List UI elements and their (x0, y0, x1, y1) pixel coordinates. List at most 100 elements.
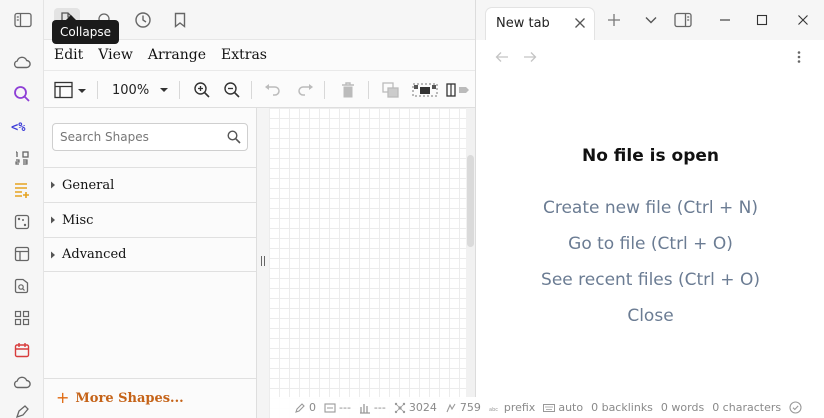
bookmark-icon[interactable] (167, 8, 193, 32)
status-value: 759 (459, 401, 481, 414)
sidebar-resize-handle[interactable] (257, 108, 269, 418)
delete-icon[interactable] (338, 80, 358, 100)
page-view-button[interactable] (54, 80, 90, 100)
calendar-icon[interactable] (10, 338, 34, 362)
status-backlinks[interactable]: 0 backlinks (591, 401, 653, 414)
status-words: 0 words (661, 401, 704, 414)
grid-icon[interactable] (10, 306, 34, 330)
status-links[interactable]: 759 (445, 401, 481, 414)
see-recent-files-link[interactable]: See recent files (Ctrl + O) (476, 270, 824, 290)
layout-icon[interactable] (10, 242, 34, 266)
status-value: 0 words (660, 401, 705, 414)
undo-icon[interactable] (263, 80, 283, 100)
drag-handle-icon (261, 256, 265, 266)
image-icon (324, 402, 336, 413)
redo-icon[interactable] (295, 80, 315, 100)
search-shapes-input[interactable] (53, 124, 223, 150)
window-close-icon[interactable] (794, 11, 812, 29)
more-shapes-button[interactable]: + More Shapes... (56, 390, 184, 406)
menu-arrange[interactable]: Arrange (148, 47, 206, 63)
cloud-icon[interactable] (10, 50, 34, 74)
bar-chart-icon (359, 403, 370, 414)
svg-text:<%: <% (11, 120, 26, 133)
cloud-icon[interactable] (10, 370, 34, 394)
format-panel-icon[interactable] (446, 80, 474, 100)
status-image[interactable]: --- (324, 401, 351, 414)
status-value: --- (339, 401, 351, 414)
history-icon[interactable] (130, 8, 156, 32)
menu-view[interactable]: View (98, 47, 133, 63)
zoom-out-icon[interactable] (222, 80, 242, 100)
plus-icon: + (56, 388, 70, 407)
status-characters: 0 characters (712, 401, 781, 414)
section-general[interactable]: General (44, 167, 256, 202)
toolbar-separator (179, 81, 180, 99)
status-value: 0 characters (712, 401, 782, 414)
create-new-file-link[interactable]: Create new file (Ctrl + N) (476, 198, 824, 218)
menu-extras[interactable]: Extras (221, 47, 267, 63)
more-options-icon[interactable] (796, 50, 802, 64)
status-nodes[interactable]: 3024 (394, 401, 437, 414)
status-value: 0 backlinks (591, 401, 653, 414)
right-pane: New tab No file is open Create new file … (475, 0, 824, 418)
tab-new-tab[interactable]: New tab (485, 7, 595, 40)
tab-bar: New tab (476, 0, 824, 40)
go-to-file-link[interactable]: Go to file (Ctrl + O) (476, 234, 824, 254)
diagram-canvas[interactable] (269, 108, 466, 418)
toolbar-separator (97, 81, 98, 99)
to-front-icon[interactable] (381, 80, 401, 100)
shapes-sidebar: General Misc Advanced + More Shapes... (44, 108, 257, 418)
zoom-in-icon[interactable] (192, 80, 212, 100)
to-back-icon[interactable] (412, 80, 438, 100)
tab-title: New tab (496, 16, 550, 31)
svg-text:abc: abc (489, 407, 498, 413)
section-label: Advanced (62, 247, 127, 262)
search-shapes-box (52, 123, 248, 151)
chevron-down-icon[interactable] (642, 11, 660, 29)
code-icon[interactable]: <% (10, 114, 34, 138)
drawio-menubar: Edit View Arrange Extras (44, 40, 475, 70)
sync-check-icon[interactable] (789, 401, 802, 414)
chevron-right-icon (51, 216, 55, 224)
section-label: General (62, 177, 115, 193)
drawio-toolbar: 100% (44, 70, 475, 108)
status-value: 0 (309, 401, 316, 414)
status-edit[interactable]: 0 (294, 401, 316, 414)
graph-icon[interactable] (10, 210, 34, 234)
close-icon[interactable] (574, 17, 586, 29)
zoom-dropdown[interactable]: 100% (112, 80, 170, 100)
collapse-tooltip: Collapse (52, 15, 119, 44)
pen-icon[interactable] (10, 400, 34, 418)
search-icon[interactable] (10, 82, 34, 106)
minimize-icon[interactable] (716, 11, 734, 29)
image-search-icon[interactable] (10, 274, 34, 298)
close-link[interactable]: Close (476, 306, 824, 326)
status-auto[interactable]: auto (543, 401, 583, 414)
menu-edit[interactable]: Edit (54, 47, 83, 63)
new-tab-plus-icon[interactable] (605, 11, 623, 29)
chevron-right-icon (51, 181, 55, 189)
status-value: prefix (503, 401, 536, 414)
calendar-add-icon[interactable] (10, 178, 34, 202)
chevron-right-icon (51, 251, 55, 258)
status-value: 3024 (408, 401, 437, 414)
zoom-level: 100% (112, 82, 150, 98)
sidebar-toggle-icon[interactable] (10, 8, 36, 32)
status-chart[interactable]: --- (359, 401, 386, 414)
status-prefix[interactable]: abc prefix (489, 401, 535, 414)
maximize-icon[interactable] (753, 11, 771, 29)
more-shapes-label: More Shapes... (75, 390, 184, 406)
toolbar-separator (324, 81, 325, 99)
status-value: --- (373, 401, 386, 414)
canvas-scrollbar-thumb[interactable] (467, 155, 474, 247)
search-icon[interactable] (227, 130, 241, 144)
keyboard-icon (543, 403, 556, 412)
back-arrow-icon[interactable] (495, 50, 509, 64)
toolbar-separator (368, 81, 369, 99)
sidebar-right-toggle-icon[interactable] (674, 11, 692, 29)
section-advanced[interactable]: Advanced (44, 237, 256, 272)
forward-arrow-icon[interactable] (523, 50, 537, 64)
section-misc[interactable]: Misc (44, 202, 256, 237)
numbers-icon[interactable] (10, 146, 34, 170)
abc-icon: abc (489, 407, 498, 413)
